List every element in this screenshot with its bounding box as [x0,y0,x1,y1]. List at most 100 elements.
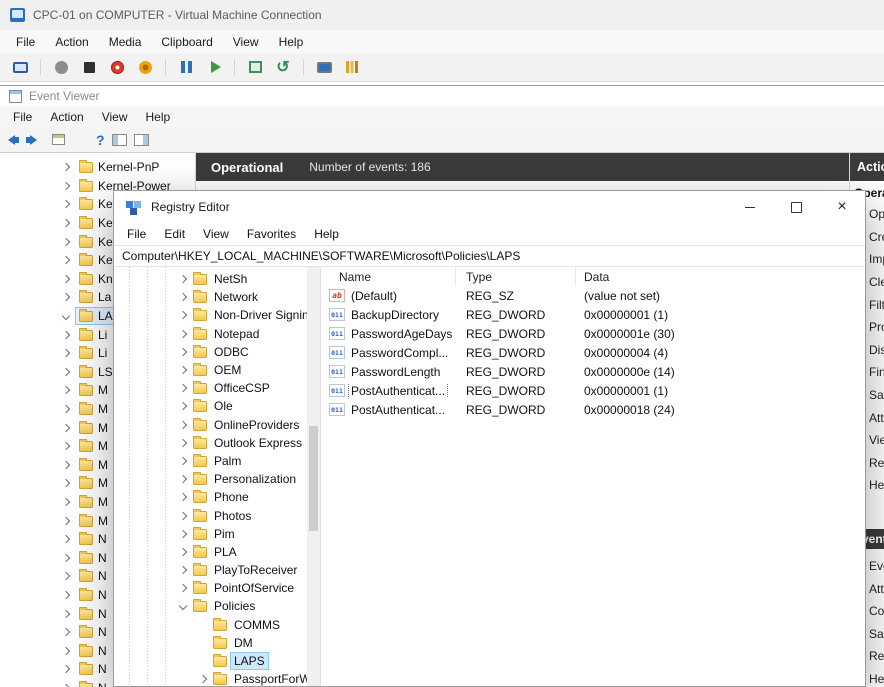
registry-value-passwordagedays[interactable]: 011PasswordAgeDaysREG_DWORD0x0000001e (3… [321,324,865,343]
pause-icon[interactable] [176,57,196,77]
chevron-right-icon[interactable] [60,273,72,285]
export-icon[interactable] [52,130,65,150]
chevron-right-icon[interactable] [177,346,189,358]
reg-menu-view[interactable]: View [194,223,238,245]
registry-key-passportforwork[interactable]: PassportForWork [114,670,320,686]
resume-icon[interactable] [204,57,224,77]
chevron-right-icon[interactable] [177,328,189,340]
tree-scrollbar[interactable] [307,267,320,686]
registry-key-officecsp[interactable]: OfficeCSP [114,379,320,397]
column-header-data[interactable]: Data [576,267,865,286]
column-header-type[interactable]: Type [456,267,576,286]
registry-value-postauthenticat[interactable]: 011PostAuthenticat...REG_DWORD0x00000001… [321,381,865,400]
help-icon[interactable]: ? [96,130,105,150]
chevron-right-icon[interactable] [177,528,189,540]
chevron-right-icon[interactable] [197,673,209,685]
chevron-right-icon[interactable] [60,217,72,229]
registry-key-photos[interactable]: Photos [114,506,320,524]
ev-log-folder-kernel-pnp[interactable]: Kernel-PnP [0,158,195,177]
chevron-right-icon[interactable] [60,682,72,687]
registry-key-palm[interactable]: Palm [114,452,320,470]
reg-menu-favorites[interactable]: Favorites [238,223,305,245]
chevron-right-icon[interactable] [177,564,189,576]
chevron-right-icon[interactable] [177,437,189,449]
ev-menu-view[interactable]: View [93,106,137,127]
chevron-right-icon[interactable] [177,382,189,394]
registry-key-outlook-express[interactable]: Outlook Express [114,434,320,452]
chevron-right-icon[interactable] [177,546,189,558]
registry-key-onlineproviders[interactable]: OnlineProviders [114,416,320,434]
vm-menu-clipboard[interactable]: Clipboard [151,30,222,53]
chevron-right-icon[interactable] [60,347,72,359]
registry-key-netsh[interactable]: NetSh [114,270,320,288]
chevron-right-icon[interactable] [60,663,72,675]
chevron-right-icon[interactable] [60,198,72,210]
vm-menu-media[interactable]: Media [99,30,152,53]
registry-key-playtoreceiver[interactable]: PlayToReceiver [114,561,320,579]
reg-menu-file[interactable]: File [118,223,155,245]
chevron-right-icon[interactable] [60,533,72,545]
chevron-right-icon[interactable] [177,582,189,594]
chevron-right-icon[interactable] [60,422,72,434]
chevron-right-icon[interactable] [60,329,72,341]
chevron-right-icon[interactable] [60,254,72,266]
registry-key-non-driver-signing[interactable]: Non-Driver Signing [114,306,320,324]
registry-address-bar[interactable]: Computer\HKEY_LOCAL_MACHINE\SOFTWARE\Mic… [114,245,865,267]
maximize-button[interactable] [773,191,819,223]
checkpoint-icon[interactable] [245,57,265,77]
vm-menu-action[interactable]: Action [45,30,98,53]
chevron-right-icon[interactable] [60,496,72,508]
chevron-right-icon[interactable] [60,291,72,303]
ev-menu-file[interactable]: File [4,106,41,127]
chevron-right-icon[interactable] [60,440,72,452]
chevron-right-icon[interactable] [177,364,189,376]
registry-editor-titlebar[interactable]: Registry Editor [114,191,865,223]
chevron-right-icon[interactable] [60,515,72,527]
registry-key-pla[interactable]: PLA [114,543,320,561]
chevron-right-icon[interactable] [60,403,72,415]
registry-value-postauthenticat[interactable]: 011PostAuthenticat...REG_DWORD0x00000018… [321,400,865,419]
chevron-right-icon[interactable] [177,419,189,431]
shutdown-icon[interactable] [135,57,155,77]
registry-key-ole[interactable]: Ole [114,397,320,415]
chevron-down-icon[interactable] [60,310,72,322]
vm-menu-file[interactable]: File [6,30,45,53]
minimize-button[interactable] [727,191,773,223]
chevron-right-icon[interactable] [177,455,189,467]
chevron-right-icon[interactable] [60,608,72,620]
display-icon[interactable] [10,57,30,77]
vm-menu-help[interactable]: Help [269,30,314,53]
chevron-right-icon[interactable] [60,626,72,638]
show-console-tree-icon[interactable] [112,130,127,150]
chevron-right-icon[interactable] [177,491,189,503]
registry-key-notepad[interactable]: Notepad [114,325,320,343]
scrollbar-thumb[interactable] [309,426,318,531]
reg-menu-help[interactable]: Help [305,223,348,245]
registry-key-pim[interactable]: Pim [114,525,320,543]
start-icon[interactable] [51,57,71,77]
back-icon[interactable] [8,130,19,150]
registry-key-policies[interactable]: Policies [114,597,320,615]
chevron-right-icon[interactable] [60,552,72,564]
registry-value-passwordcompl[interactable]: 011PasswordCompl...REG_DWORD0x00000004 (… [321,343,865,362]
chevron-right-icon[interactable] [60,366,72,378]
chevron-down-icon[interactable] [177,600,189,612]
registry-key-personalization[interactable]: Personalization [114,470,320,488]
chevron-right-icon[interactable] [60,570,72,582]
chevron-right-icon[interactable] [60,477,72,489]
registry-value-default[interactable]: ab(Default)REG_SZ(value not set) [321,286,865,305]
registry-key-phone[interactable]: Phone [114,488,320,506]
registry-key-oem[interactable]: OEM [114,361,320,379]
turn-off-icon[interactable] [107,57,127,77]
stop-icon[interactable] [79,57,99,77]
share-icon[interactable] [342,57,362,77]
registry-value-backupdirectory[interactable]: 011BackupDirectoryREG_DWORD0x00000001 (1… [321,305,865,324]
registry-value-passwordlength[interactable]: 011PasswordLengthREG_DWORD0x0000000e (14… [321,362,865,381]
chevron-right-icon[interactable] [177,400,189,412]
registry-key-odbc[interactable]: ODBC [114,343,320,361]
reg-menu-edit[interactable]: Edit [155,223,194,245]
ev-menu-help[interactable]: Help [137,106,180,127]
chevron-right-icon[interactable] [177,291,189,303]
registry-key-pointofservice[interactable]: PointOfService [114,579,320,597]
chevron-right-icon[interactable] [60,236,72,248]
